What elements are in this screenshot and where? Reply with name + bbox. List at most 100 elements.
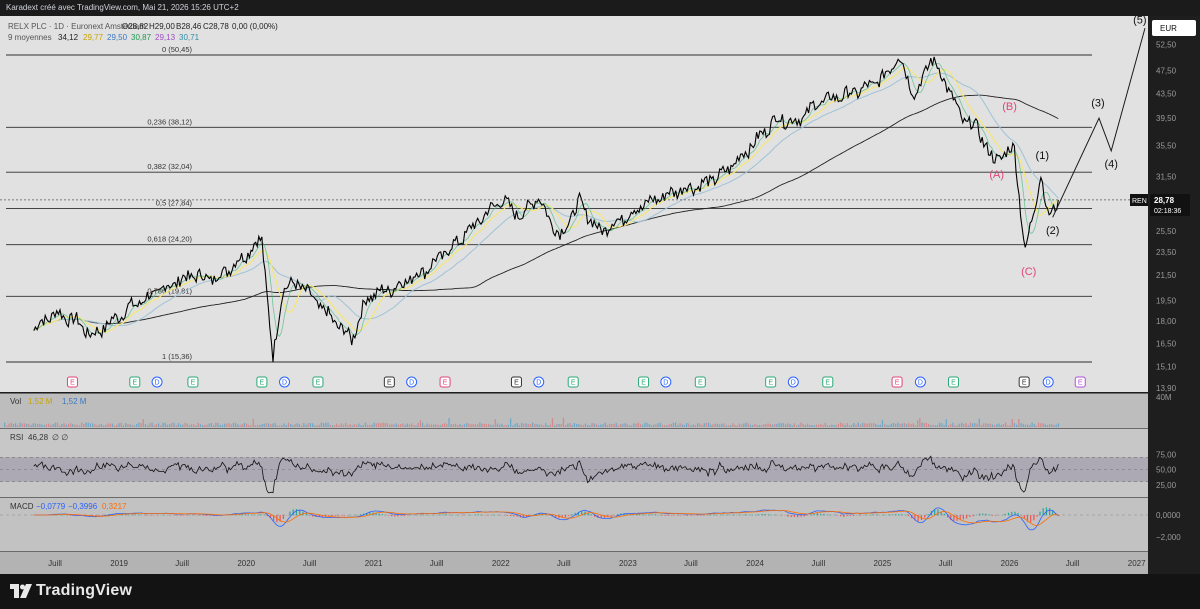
price-tick: 47,50 xyxy=(1156,67,1177,76)
volume-bar xyxy=(105,424,107,427)
volume-bar xyxy=(320,422,323,427)
volume-bar xyxy=(708,422,710,427)
volume-bar xyxy=(41,424,43,427)
event-letter: D xyxy=(409,380,414,387)
last-price-value: 28,78 xyxy=(1154,196,1175,205)
macd-hist-bar xyxy=(403,515,406,516)
ma-value: 29,13 xyxy=(155,33,176,42)
volume-bar xyxy=(116,424,118,427)
volume-bar xyxy=(239,425,241,427)
volume-bar xyxy=(747,423,749,427)
volume-bar xyxy=(582,424,584,427)
volume-bar xyxy=(789,423,791,427)
volume-bar xyxy=(716,423,719,427)
volume-bar xyxy=(543,425,545,427)
volume-bar xyxy=(914,425,917,427)
volume-bar xyxy=(884,424,886,427)
volume-bar xyxy=(356,424,358,427)
volume-bar xyxy=(576,423,578,427)
macd-tick: 0,0000 xyxy=(1156,511,1181,520)
volume-bar xyxy=(342,424,345,427)
volume-bar xyxy=(248,424,250,427)
macd-hist-bar xyxy=(829,514,832,516)
volume-bar xyxy=(30,425,32,427)
volume-bar xyxy=(558,424,560,427)
volume-bar xyxy=(120,422,122,427)
volume-bar xyxy=(518,425,521,427)
volume-bar xyxy=(151,422,153,427)
macd-hist-bar xyxy=(761,513,763,516)
volume-bar xyxy=(263,423,265,427)
symbol-legend[interactable]: RELX PLC · 1D · Euronext Amsterdam O28,8… xyxy=(8,22,278,31)
macd-hist-bar xyxy=(719,514,721,516)
volume-bar xyxy=(362,425,364,427)
volume-bar xyxy=(175,425,177,427)
volume-bar xyxy=(353,423,356,427)
volume-bar xyxy=(450,424,452,427)
macd-hist-bar xyxy=(568,515,570,517)
volume-bar xyxy=(925,422,928,427)
volume-bar xyxy=(648,424,650,427)
volume-bar xyxy=(650,425,653,427)
volume-bar xyxy=(43,425,45,427)
macd-hist-bar xyxy=(849,515,851,516)
volume-bar xyxy=(947,425,950,427)
macd-hist-bar xyxy=(254,514,256,516)
volume-bar xyxy=(655,424,657,427)
chart-area[interactable]: 0 (50,45)0,236 (38,12)0,382 (32,04)0,5 (… xyxy=(0,16,1200,574)
macd-hist-bar xyxy=(391,515,393,517)
volume-bar xyxy=(635,423,637,427)
macd-hist-bar xyxy=(803,515,805,517)
ohlc-high: H29,00 xyxy=(149,22,175,31)
volume-bar xyxy=(131,425,133,427)
macd-hist-bar xyxy=(745,514,747,516)
volume-bar xyxy=(606,425,609,427)
volume-bar xyxy=(763,424,765,427)
volume-bar xyxy=(391,423,393,427)
macd-hist-bar xyxy=(289,511,291,516)
volume-bar xyxy=(435,424,437,427)
macd-hist-bar xyxy=(506,515,509,516)
time-tick: Juill xyxy=(939,559,953,568)
volume-bar xyxy=(686,423,688,427)
volume-bar xyxy=(758,424,760,427)
macd-hist-bar xyxy=(979,513,981,516)
volume-bar xyxy=(778,423,780,427)
macd-hist-bar xyxy=(260,514,262,516)
macd-hist-bar xyxy=(687,515,689,516)
volume-bar xyxy=(646,422,648,427)
volume-bar xyxy=(593,423,595,427)
volume-bar xyxy=(787,423,789,427)
volume-bar xyxy=(140,423,142,427)
volume-bar xyxy=(820,424,822,427)
volume-bar xyxy=(793,423,796,427)
macd-hist-bar xyxy=(282,515,284,520)
volume-bar xyxy=(690,425,692,427)
macd-hist-bar xyxy=(943,513,946,516)
volume-bar xyxy=(129,424,131,427)
volume-bar xyxy=(10,422,12,427)
volume-bar xyxy=(316,425,318,427)
volume-bar xyxy=(853,422,855,427)
macd-hist-bar xyxy=(651,514,653,516)
macd-hist-bar xyxy=(790,515,792,517)
rsi-tick: 25,00 xyxy=(1156,481,1177,490)
event-letter: E xyxy=(443,380,448,387)
volume-bar xyxy=(125,423,127,427)
wave-label: (5) xyxy=(1133,16,1146,26)
volume-bar xyxy=(254,425,257,427)
volume-bar xyxy=(584,423,587,427)
volume-bar xyxy=(657,423,659,427)
macd-hist-bar xyxy=(706,514,708,516)
volume-bar xyxy=(1055,424,1057,427)
volume-bar xyxy=(186,423,188,427)
wave-label: (B) xyxy=(1002,101,1017,113)
volume-bar xyxy=(985,423,987,427)
macd-hist-bar xyxy=(771,514,773,516)
volume-bar xyxy=(730,425,732,427)
volume-bar xyxy=(835,425,837,427)
macd-hist-bar xyxy=(836,515,838,516)
currency-badge[interactable]: EUR xyxy=(1152,20,1196,36)
volume-bar xyxy=(965,423,967,427)
volume-bar xyxy=(556,424,558,427)
